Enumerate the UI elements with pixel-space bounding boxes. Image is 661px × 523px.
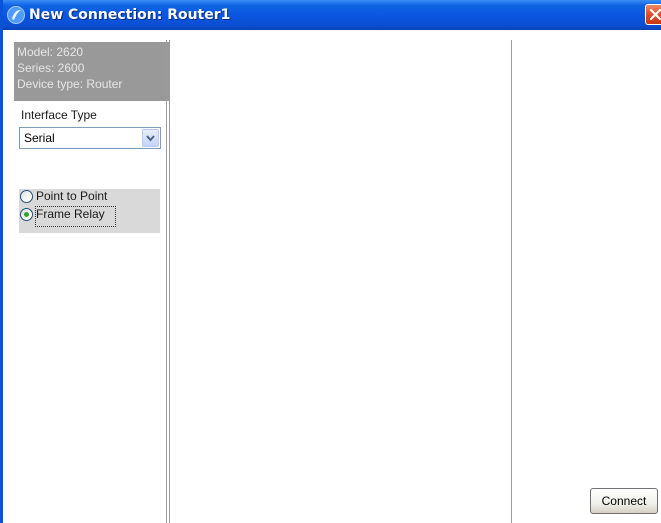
close-button[interactable]	[645, 4, 661, 25]
device-model: Model: 2620	[17, 45, 84, 59]
window-title: New Connection: Router1	[29, 7, 231, 23]
radio-label: Point to Point	[36, 189, 108, 203]
column-divider-left	[166, 40, 167, 523]
radio-selected-dot	[24, 212, 29, 217]
chevron-down-icon	[146, 135, 155, 142]
radio-button[interactable]	[20, 190, 33, 203]
interface-type-label: Interface Type	[21, 108, 97, 122]
dropdown-button[interactable]	[142, 129, 159, 147]
device-info-panel: Model: 2620 Series: 2600 Device type: Ro…	[14, 42, 169, 101]
title-bar[interactable]: New Connection: Router1	[3, 0, 661, 30]
radio-frame-relay[interactable]: Frame Relay	[20, 206, 150, 227]
interface-type-value: Serial	[24, 131, 55, 145]
app-swirl-icon	[6, 5, 26, 25]
device-series: Series: 2600	[17, 61, 85, 75]
connect-button[interactable]: Connect	[590, 488, 658, 514]
device-type: Device type: Router	[17, 77, 123, 91]
interface-type-select[interactable]: Serial	[19, 127, 161, 149]
close-icon	[649, 8, 661, 21]
connection-mode-group: Point to Point Frame Relay	[19, 189, 160, 233]
column-divider-right	[511, 40, 512, 523]
radio-label: Frame Relay	[35, 206, 116, 227]
connection-window: New Connection: Router1 Model: 2620 Seri…	[0, 0, 661, 523]
radio-button-selected[interactable]	[20, 208, 33, 221]
radio-point-to-point[interactable]: Point to Point	[20, 189, 150, 207]
